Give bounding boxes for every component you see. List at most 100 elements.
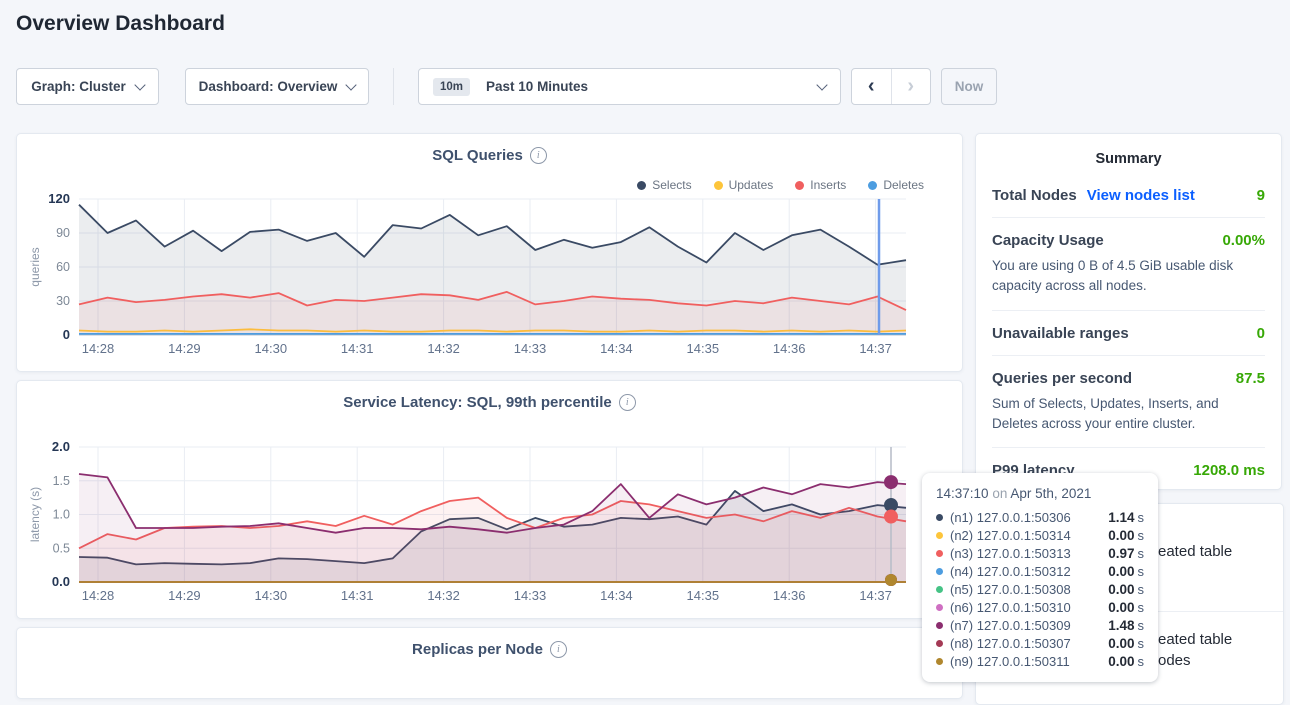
now-button[interactable]: Now [941,68,997,105]
info-icon[interactable]: i [530,147,547,164]
summary-panel: Summary Total Nodes View nodes list 9 Ca… [975,133,1282,490]
svg-text:120: 120 [48,191,70,206]
time-prev-button[interactable]: ‹ [852,69,892,104]
legend-item-deletes[interactable]: Deletes [868,178,924,192]
sql-queries-chart[interactable]: 14:2814:2914:3014:3114:3214:3314:3414:35… [17,134,962,371]
legend-item-inserts[interactable]: Inserts [795,178,846,192]
series-color-dot [936,658,943,665]
info-icon[interactable]: i [619,394,636,411]
replicas-title: Replicas per Node [412,641,543,658]
graph-dropdown-label: Graph: Cluster [31,79,126,94]
time-range-dropdown[interactable]: 10m Past 10 Minutes [418,68,841,105]
svg-text:14:34: 14:34 [600,588,633,603]
tooltip-timestamp: 14:37:10 on Apr 5th, 2021 [936,486,1144,501]
svg-text:14:30: 14:30 [255,341,288,356]
qps-label: Queries per second [992,370,1132,387]
svg-text:14:37: 14:37 [859,588,892,603]
svg-text:14:35: 14:35 [687,588,720,603]
replicas-panel[interactable]: Replicas per Node i [16,627,963,699]
latency-hover-point [884,498,898,512]
svg-text:14:33: 14:33 [514,341,547,356]
tooltip-row: (n3) 127.0.0.1:503130.97s [936,544,1144,562]
tooltip-row: (n1) 127.0.0.1:503061.14s [936,508,1144,526]
tooltip-unit: s [1138,654,1145,669]
legend-label: Selects [652,178,691,192]
unavailable-ranges-label: Unavailable ranges [992,325,1129,342]
event-text-fragment: odes [1158,652,1191,669]
tooltip-node-value: 0.97s [1108,546,1144,561]
sql-queries-panel[interactable]: SQL Queries i SelectsUpdatesInsertsDelet… [16,133,963,372]
tooltip-node-value: 0.00s [1108,600,1144,615]
tooltip-row: (n9) 127.0.0.1:503110.00s [936,652,1144,670]
svg-text:14:36: 14:36 [773,341,806,356]
service-latency-title: Service Latency: SQL, 99th percentile [343,394,611,411]
dashboard-dropdown-label: Dashboard: Overview [199,79,338,94]
legend-label: Inserts [810,178,846,192]
time-step-buttons: ‹ › [851,68,931,105]
dashboard-dropdown[interactable]: Dashboard: Overview [185,68,369,105]
tooltip-node-label: (n6) 127.0.0.1:50310 [950,600,1101,615]
latency-hover-point [884,510,898,524]
service-latency-panel[interactable]: Service Latency: SQL, 99th percentile i … [16,380,963,619]
service-latency-chart[interactable]: 14:2814:2914:3014:3114:3214:3314:3414:35… [17,381,962,618]
svg-text:14:28: 14:28 [82,341,115,356]
svg-text:14:28: 14:28 [82,588,115,603]
qps-value: 87.5 [1236,370,1265,387]
info-icon[interactable]: i [550,641,567,658]
svg-text:60: 60 [56,260,70,274]
chevron-down-icon [346,79,357,90]
svg-text:14:32: 14:32 [427,588,460,603]
svg-text:14:31: 14:31 [341,588,374,603]
svg-text:queries: queries [28,247,42,286]
time-range-badge: 10m [433,78,470,96]
tooltip-unit: s [1138,510,1145,525]
series-color-dot [936,532,943,539]
total-nodes-label: Total Nodes [992,187,1077,204]
event-text-fragment: eated table [1158,631,1232,648]
svg-text:14:29: 14:29 [168,341,201,356]
svg-text:2.0: 2.0 [52,439,70,454]
toolbar-divider [393,68,394,105]
latency-hover-point [885,574,897,586]
tooltip-row: (n4) 127.0.0.1:503120.00s [936,562,1144,580]
time-range-label: Past 10 Minutes [486,79,808,94]
chevron-down-icon [816,79,827,90]
svg-text:latency (s): latency (s) [28,487,42,542]
legend-item-selects[interactable]: Selects [637,178,691,192]
tooltip-unit: s [1138,528,1145,543]
svg-text:14:29: 14:29 [168,588,201,603]
svg-text:14:33: 14:33 [514,588,547,603]
tooltip-node-label: (n7) 127.0.0.1:50309 [950,618,1101,633]
svg-text:14:36: 14:36 [773,588,806,603]
tooltip-unit: s [1138,582,1145,597]
series-color-dot [936,514,943,521]
tooltip-node-value: 1.48s [1108,618,1144,633]
capacity-usage-desc: You are using 0 B of 4.5 GiB usable disk… [992,256,1265,297]
latency-hover-point [885,574,897,586]
svg-text:14:37: 14:37 [859,341,892,356]
tooltip-node-label: (n2) 127.0.0.1:50314 [950,528,1101,543]
sql-queries-legend: Selects Updates Inserts Deletes [637,178,924,192]
svg-text:0.5: 0.5 [53,541,70,555]
latency-hover-point [885,574,897,586]
event-text-fragment: eated table [1158,543,1232,560]
capacity-usage-label: Capacity Usage [992,232,1104,249]
series-color-dot [936,586,943,593]
legend-label: Updates [729,178,774,192]
view-nodes-list-link[interactable]: View nodes list [1087,187,1195,204]
graph-dropdown[interactable]: Graph: Cluster [16,68,159,105]
capacity-usage-value: 0.00% [1222,232,1265,249]
svg-text:1.0: 1.0 [53,508,70,522]
series-color-dot [936,550,943,557]
svg-text:14:31: 14:31 [341,341,374,356]
svg-text:14:32: 14:32 [427,341,460,356]
tooltip-node-value: 0.00s [1108,528,1144,543]
tooltip-node-label: (n1) 127.0.0.1:50306 [950,510,1101,525]
svg-text:0.0: 0.0 [52,574,70,589]
svg-text:0: 0 [63,327,70,342]
tooltip-node-value: 0.00s [1108,636,1144,651]
chevron-down-icon [134,79,145,90]
legend-item-updates[interactable]: Updates [714,178,774,192]
tooltip-node-label: (n8) 127.0.0.1:50307 [950,636,1101,651]
time-next-button[interactable]: › [892,69,931,104]
